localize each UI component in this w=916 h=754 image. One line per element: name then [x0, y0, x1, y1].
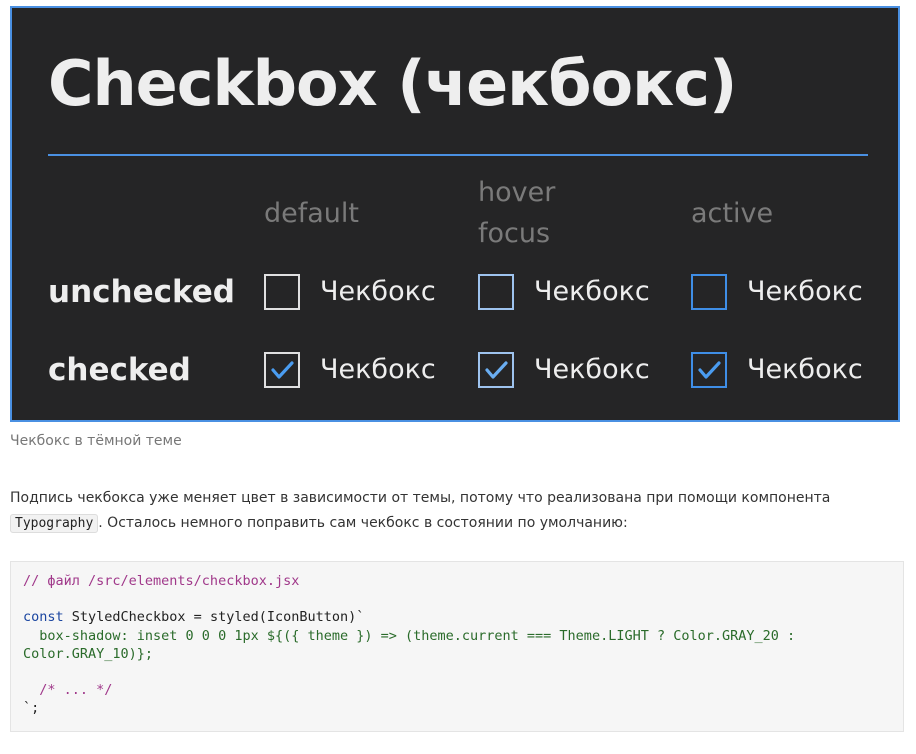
code-line: `; — [23, 700, 40, 717]
figure-caption: Чекбокс в тёмной теме — [10, 433, 182, 449]
checkmark-icon — [271, 361, 294, 379]
checkbox-box[interactable] — [478, 352, 514, 388]
checkbox-box[interactable] — [691, 352, 727, 388]
column-head-default: default — [264, 198, 360, 229]
inline-code: Typography — [10, 514, 99, 533]
row-head-unchecked: unchecked — [48, 274, 235, 310]
checkbox-label: Чекбокс — [320, 354, 436, 385]
checkbox-figure: Checkbox (чекбокс) default hover focus a… — [10, 6, 900, 422]
figure-title: Checkbox (чекбокс) — [48, 47, 737, 120]
checkbox-label: Чекбокс — [534, 354, 650, 385]
checkbox-unchecked-active[interactable]: Чекбокс — [691, 271, 863, 313]
checkbox-label: Чекбокс — [534, 276, 650, 307]
column-head-active: active — [691, 198, 774, 229]
column-head-hover: hover — [478, 177, 556, 208]
checkbox-label: Чекбокс — [747, 276, 863, 307]
code-block: // файл /src/elements/checkbox.jsx const… — [10, 561, 904, 732]
code-comment-line: // файл /src/elements/checkbox.jsx — [23, 573, 300, 589]
checkbox-box[interactable] — [691, 274, 727, 310]
checkbox-label: Чекбокс — [747, 354, 863, 385]
body-paragraph: Подпись чекбокса уже меняет цвет в завис… — [10, 486, 890, 536]
checkbox-checked-default[interactable]: Чекбокс — [264, 349, 436, 391]
figure-divider — [48, 154, 868, 156]
paragraph-text-end: . Осталось немного поправить сам чекбокс… — [98, 515, 628, 531]
code-line: box-shadow: inset 0 0 0 1px ${({ theme }… — [23, 627, 796, 644]
checkbox-unchecked-default[interactable]: Чекбокс — [264, 271, 436, 313]
checkmark-icon — [698, 361, 721, 379]
paragraph-text-start: Подпись чекбокса уже меняет цвет в завис… — [10, 490, 831, 506]
column-head-focus: focus — [478, 218, 551, 249]
checkbox-unchecked-hover[interactable]: Чекбокс — [478, 271, 650, 313]
checkbox-checked-hover[interactable]: Чекбокс — [478, 349, 650, 391]
checkbox-label: Чекбокс — [320, 276, 436, 307]
checkmark-icon — [485, 361, 508, 379]
checkbox-checked-active[interactable]: Чекбокс — [691, 349, 863, 391]
code-line: StyledCheckbox = styled(IconButton)` — [63, 609, 365, 626]
checkbox-box[interactable] — [264, 352, 300, 388]
row-head-checked: checked — [48, 352, 191, 388]
code-keyword: const — [23, 609, 64, 626]
checkbox-box[interactable] — [264, 274, 300, 310]
code-line: Color.GRAY_10)}; — [23, 645, 154, 662]
code-comment-line: /* ... */ — [23, 682, 113, 699]
checkbox-box[interactable] — [478, 274, 514, 310]
